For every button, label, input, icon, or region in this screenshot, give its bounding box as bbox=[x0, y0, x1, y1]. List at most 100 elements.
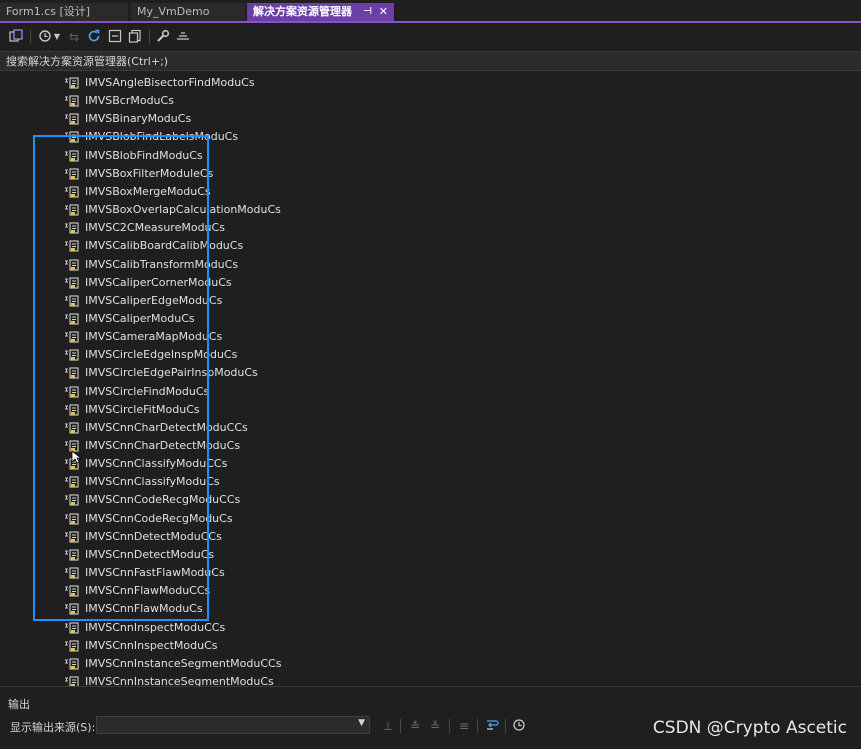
reference-icon bbox=[64, 494, 80, 506]
tree-item[interactable]: IMVSCnnCodeRecgModuCCs bbox=[0, 491, 861, 509]
output-source-dropdown[interactable]: ▼ bbox=[96, 716, 370, 734]
reference-icon bbox=[64, 113, 80, 125]
tree-item[interactable]: IMVSCaliperModuCs bbox=[0, 310, 861, 328]
preview-icon[interactable] bbox=[175, 29, 191, 45]
tree-item-label: IMVSCameraMapModuCs bbox=[85, 330, 223, 344]
tree-item-label: IMVSCaliperEdgeModuCs bbox=[85, 293, 223, 307]
show-all-files-icon[interactable] bbox=[127, 29, 143, 45]
reference-icon bbox=[64, 603, 80, 615]
tree-item-label: IMVSCnnDetectModuCs bbox=[85, 547, 215, 561]
toolbar-separator bbox=[477, 719, 478, 733]
tree-item[interactable]: IMVSBoxMergeModuCs bbox=[0, 183, 861, 201]
tree-item[interactable]: IMVSCnnFastFlawModuCs bbox=[0, 564, 861, 582]
output-pane: 输出 显示输出来源(S): ▼ ⊥ ≛ ≚ ≡ CSDN @Crypto Asc… bbox=[0, 686, 861, 749]
solution-explorer-toolbar: ▼ ⇆ bbox=[0, 25, 861, 51]
reference-icon bbox=[64, 476, 80, 488]
clear-all-icon[interactable]: ≡ bbox=[456, 718, 472, 734]
tree-item-label: IMVSBoxMergeModuCs bbox=[85, 184, 211, 198]
tree-item[interactable]: IMVSBcrModuCs bbox=[0, 92, 861, 110]
reference-icon bbox=[64, 258, 80, 271]
tree-item[interactable]: IMVSCnnClassifyModuCCs bbox=[0, 455, 861, 473]
reference-icon bbox=[64, 676, 80, 686]
reference-icon bbox=[64, 422, 80, 434]
reference-icon bbox=[64, 585, 80, 597]
tree-item-label: IMVSBcrModuCs bbox=[85, 94, 174, 108]
back-forward-icon[interactable]: ⇆ bbox=[66, 29, 82, 45]
tree-item[interactable]: IMVSBlobFindLabelsModuCs bbox=[0, 128, 861, 146]
tab-my-vmdemo[interactable]: My_VmDemo bbox=[131, 3, 245, 21]
tree-item-label: IMVSC2CMeasureModuCs bbox=[85, 221, 225, 235]
tree-item[interactable]: IMVSBinaryModuCs bbox=[0, 110, 861, 128]
tree-item[interactable]: IMVSCnnCodeRecgModuCs bbox=[0, 510, 861, 528]
reference-icon bbox=[64, 150, 80, 162]
reference-icon bbox=[64, 77, 80, 89]
tree-item[interactable]: IMVSBoxOverlapCalculationModuCs bbox=[0, 201, 861, 219]
next-message-icon[interactable]: ≚ bbox=[427, 718, 443, 734]
tree-item[interactable]: IMVSC2CMeasureModuCs bbox=[0, 219, 861, 237]
pin-icon[interactable]: ⊣ bbox=[363, 3, 372, 21]
tree-item-label: IMVSBlobFindModuCs bbox=[85, 148, 203, 162]
reference-icon bbox=[64, 549, 80, 561]
tree-item[interactable]: IMVSCalibTransformModuCs bbox=[0, 256, 861, 274]
find-message-icon[interactable]: ⊥ bbox=[380, 718, 396, 734]
reference-icon bbox=[64, 658, 80, 670]
reference-icon bbox=[64, 240, 80, 252]
tree-item-label: IMVSBinaryModuCs bbox=[85, 112, 192, 126]
tree-item-label: IMVSBlobFindLabelsModuCs bbox=[85, 130, 239, 144]
reference-icon bbox=[64, 331, 80, 343]
reference-icon bbox=[64, 168, 80, 180]
tree-item[interactable]: IMVSBlobFindModuCs bbox=[0, 147, 861, 165]
output-title: 输出 bbox=[8, 698, 30, 711]
tree-item[interactable]: IMVSCircleEdgePairInspModuCs bbox=[0, 364, 861, 382]
word-wrap-icon[interactable] bbox=[484, 718, 500, 734]
tree-item-label: IMVSCnnClassifyModuCCs bbox=[85, 457, 228, 471]
tree-item[interactable]: IMVSCircleEdgeInspModuCs bbox=[0, 346, 861, 364]
tree-item[interactable]: IMVSCnnClassifyModuCs bbox=[0, 473, 861, 491]
collapse-all-icon[interactable] bbox=[107, 29, 123, 45]
tree-item[interactable]: IMVSCalibBoardCalibModuCs bbox=[0, 237, 861, 255]
reference-icon bbox=[64, 640, 80, 652]
reference-icon bbox=[64, 349, 80, 361]
tree-item-label: IMVSCnnCharDetectModuCs bbox=[85, 439, 241, 452]
refresh-icon[interactable] bbox=[86, 29, 102, 45]
tree-item[interactable]: IMVSCnnFlawModuCCs bbox=[0, 582, 861, 600]
tree-item[interactable]: IMVSCnnInspectModuCs bbox=[0, 637, 861, 655]
tree-item-label: IMVSCircleFindModuCs bbox=[85, 384, 210, 398]
tree-item[interactable]: IMVSCnnCharDetectModuCs bbox=[0, 437, 861, 455]
tree-item[interactable]: IMVSCaliperCornerModuCs bbox=[0, 274, 861, 292]
reference-icon bbox=[64, 621, 80, 634]
tree-item[interactable]: IMVSCnnDetectModuCCs bbox=[0, 528, 861, 546]
tab-form1-design[interactable]: Form1.cs [设计] bbox=[0, 3, 128, 21]
switch-views-icon[interactable] bbox=[8, 29, 24, 45]
tree-item[interactable]: IMVSCnnCharDetectModuCCs bbox=[0, 419, 861, 437]
tab-solution-explorer[interactable]: 解决方案资源管理器 ⊣ ✕ bbox=[247, 3, 394, 21]
tree-item[interactable]: IMVSCnnInspectModuCCs bbox=[0, 619, 861, 637]
reference-icon bbox=[64, 186, 80, 198]
close-icon[interactable]: ✕ bbox=[379, 3, 388, 21]
tree-item[interactable]: IMVSCaliperEdgeModuCs bbox=[0, 292, 861, 310]
history-icon[interactable] bbox=[37, 29, 53, 45]
chevron-down-icon[interactable]: ▼ bbox=[52, 29, 62, 45]
tree-item-label: IMVSCalibTransformModuCs bbox=[85, 257, 239, 271]
reference-icon bbox=[64, 277, 80, 289]
properties-wrench-icon[interactable] bbox=[155, 29, 171, 45]
tree-item[interactable]: IMVSCnnInstanceSegmentModuCs bbox=[0, 673, 861, 686]
tree-item[interactable]: IMVSCnnInstanceSegmentModuCCs bbox=[0, 655, 861, 673]
tree-item[interactable]: IMVSCameraMapModuCs bbox=[0, 328, 861, 346]
tree-item-label: IMVSCnnCodeRecgModuCCs bbox=[85, 493, 241, 507]
prev-message-icon[interactable]: ≛ bbox=[407, 718, 423, 734]
tree-item[interactable]: IMVSCircleFindModuCs bbox=[0, 383, 861, 401]
solution-tree[interactable]: IMVSAngleBisectorFindModuCs IMVSBcrModuCs… bbox=[0, 72, 861, 686]
tree-item[interactable]: IMVSAngleBisectorFindModuCs bbox=[0, 74, 861, 92]
toolbar-separator bbox=[400, 719, 401, 733]
reference-icon bbox=[64, 204, 80, 216]
solution-explorer-search bbox=[0, 51, 861, 71]
clock-icon[interactable] bbox=[511, 718, 527, 734]
reference-icon bbox=[64, 222, 80, 234]
tree-item[interactable]: IMVSCnnFlawModuCs bbox=[0, 600, 861, 618]
tree-item[interactable]: IMVSBoxFilterModuleCs bbox=[0, 165, 861, 183]
search-input[interactable] bbox=[6, 53, 846, 69]
tree-item[interactable]: IMVSCnnDetectModuCs bbox=[0, 546, 861, 564]
tree-item-label: IMVSCnnCodeRecgModuCs bbox=[85, 511, 233, 525]
tree-item[interactable]: IMVSCircleFitModuCs bbox=[0, 401, 861, 419]
